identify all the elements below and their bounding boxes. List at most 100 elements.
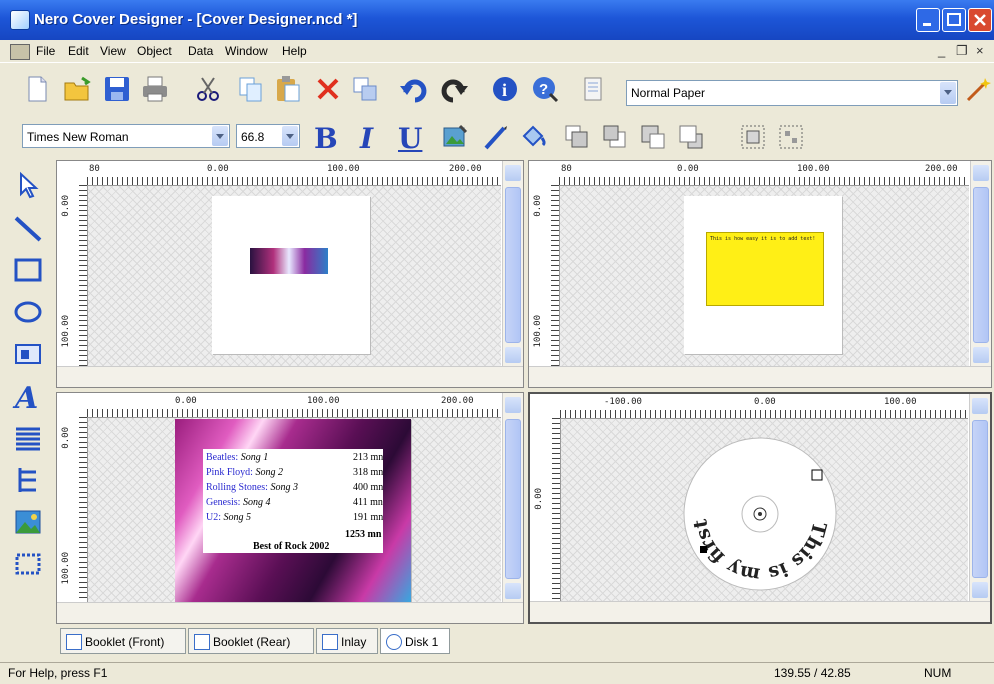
- scroll-thumb[interactable]: [505, 187, 521, 343]
- scroll-up-button[interactable]: [972, 398, 988, 414]
- menu-bar: File Edit View Object Data Window Help _…: [0, 40, 994, 63]
- tab-disk-1[interactable]: Disk 1: [380, 628, 450, 654]
- cut-button[interactable]: [193, 74, 223, 104]
- horizontal-scrollbar[interactable]: [529, 366, 991, 387]
- wand-button[interactable]: [962, 74, 992, 104]
- font-size-select[interactable]: 66.8: [236, 124, 300, 148]
- minimize-button[interactable]: [916, 8, 940, 32]
- paper-select[interactable]: Normal Paper: [626, 80, 958, 106]
- bold-button[interactable]: B: [314, 122, 338, 155]
- print-button[interactable]: [140, 74, 170, 104]
- vertical-scrollbar[interactable]: [502, 161, 523, 367]
- bring-front-button[interactable]: [562, 122, 592, 152]
- select-tool[interactable]: [12, 170, 44, 202]
- scroll-thumb[interactable]: [505, 419, 521, 579]
- chevron-down-icon[interactable]: [212, 126, 228, 146]
- vertical-scrollbar[interactable]: [970, 161, 991, 367]
- font-select[interactable]: Times New Roman: [22, 124, 230, 148]
- booklet-rear-page[interactable]: This is how easy it is to add text!: [684, 196, 842, 354]
- text-box[interactable]: This is how easy it is to add text!: [706, 232, 824, 306]
- scroll-thumb[interactable]: [972, 420, 988, 578]
- maximize-button[interactable]: [942, 8, 966, 32]
- menu-data[interactable]: Data: [188, 44, 213, 58]
- rectangle-tool[interactable]: [12, 254, 44, 286]
- vertical-ruler: 0.00: [530, 418, 561, 602]
- mdi-minimize-button[interactable]: _: [938, 43, 945, 58]
- scroll-down-button[interactable]: [505, 347, 521, 363]
- italic-button[interactable]: I: [360, 122, 373, 155]
- horizontal-scrollbar[interactable]: [530, 601, 990, 622]
- tab-label: Disk 1: [405, 635, 439, 649]
- tab-booklet-front[interactable]: Booklet (Front): [60, 628, 186, 654]
- text-tool[interactable]: A: [12, 380, 44, 416]
- scroll-down-button[interactable]: [972, 582, 988, 598]
- menu-edit[interactable]: Edit: [68, 44, 89, 58]
- image-edit-button[interactable]: [440, 122, 470, 152]
- status-bar: For Help, press F1 139.55 / 42.85 NUM: [0, 662, 994, 684]
- horizontal-scrollbar[interactable]: [57, 602, 523, 623]
- fill-color-button[interactable]: [518, 122, 548, 152]
- tab-inlay[interactable]: Inlay: [316, 628, 378, 654]
- backward-button[interactable]: [676, 122, 706, 152]
- inlay-page[interactable]: Beatles: Song 1 213 mn Pink Floyd: Song …: [175, 419, 411, 603]
- document-icon[interactable]: [10, 44, 30, 60]
- send-back-button[interactable]: [600, 122, 630, 152]
- copy-button[interactable]: [236, 74, 266, 104]
- close-icon: [974, 14, 986, 26]
- info-button[interactable]: i: [490, 74, 520, 104]
- close-button[interactable]: [968, 8, 992, 32]
- open-button[interactable]: [62, 74, 92, 104]
- horizontal-scrollbar[interactable]: [57, 366, 523, 387]
- delete-button[interactable]: [313, 74, 343, 104]
- menu-file[interactable]: File: [36, 44, 55, 58]
- redo-button[interactable]: [440, 74, 470, 104]
- vertical-scrollbar[interactable]: [969, 394, 990, 602]
- selection-handle[interactable]: [700, 546, 707, 553]
- forward-button[interactable]: [638, 122, 668, 152]
- track-list-box[interactable]: Beatles: Song 1 213 mn Pink Floyd: Song …: [203, 449, 383, 553]
- menu-help[interactable]: Help: [282, 44, 307, 58]
- duplicate-button[interactable]: [350, 74, 380, 104]
- track-song: Song 4: [242, 497, 271, 508]
- group-button[interactable]: [738, 122, 768, 152]
- scroll-down-button[interactable]: [973, 347, 989, 363]
- paste-button[interactable]: [273, 74, 303, 104]
- disk-center-dot: [758, 512, 762, 516]
- save-button[interactable]: [102, 74, 132, 104]
- underline-button[interactable]: U: [398, 122, 422, 155]
- menu-object[interactable]: Object: [137, 44, 172, 58]
- disk-label[interactable]: This is my first label: [680, 434, 840, 594]
- menu-window[interactable]: Window: [225, 44, 268, 58]
- scroll-down-button[interactable]: [505, 583, 521, 599]
- chevron-down-icon[interactable]: [282, 126, 298, 146]
- frame-tool[interactable]: [12, 548, 44, 580]
- picture-tool[interactable]: [12, 506, 44, 538]
- help-button[interactable]: ?: [530, 74, 560, 104]
- list-tool[interactable]: [12, 422, 44, 454]
- ellipse-tool[interactable]: [12, 296, 44, 328]
- cover-image[interactable]: [250, 248, 328, 274]
- selection-handle[interactable]: [811, 469, 823, 481]
- menu-view[interactable]: View: [100, 44, 126, 58]
- pane-booklet-rear: 80 0.00 100.00 200.00 0.00 100.00 This i…: [528, 160, 992, 388]
- chevron-down-icon[interactable]: [940, 82, 956, 104]
- tab-booklet-rear[interactable]: Booklet (Rear): [188, 628, 314, 654]
- new-button[interactable]: [22, 74, 52, 104]
- mdi-restore-button[interactable]: ❐: [956, 43, 968, 59]
- image-tool[interactable]: [12, 338, 44, 370]
- vertical-scrollbar[interactable]: [502, 393, 523, 603]
- scroll-up-button[interactable]: [973, 165, 989, 181]
- mdi-close-button[interactable]: ×: [976, 43, 984, 58]
- paper-button[interactable]: [578, 74, 608, 104]
- ruler-corner: [57, 393, 87, 417]
- scroll-up-button[interactable]: [505, 165, 521, 181]
- scroll-up-button[interactable]: [505, 397, 521, 413]
- ungroup-button[interactable]: [776, 122, 806, 152]
- line-tool[interactable]: [12, 212, 44, 244]
- scroll-thumb[interactable]: [973, 187, 989, 343]
- line-color-button[interactable]: [480, 122, 510, 152]
- booklet-front-page[interactable]: [212, 196, 370, 354]
- undo-button[interactable]: [398, 74, 428, 104]
- ruler-label: 100.00: [797, 164, 830, 174]
- tree-tool[interactable]: [12, 464, 44, 496]
